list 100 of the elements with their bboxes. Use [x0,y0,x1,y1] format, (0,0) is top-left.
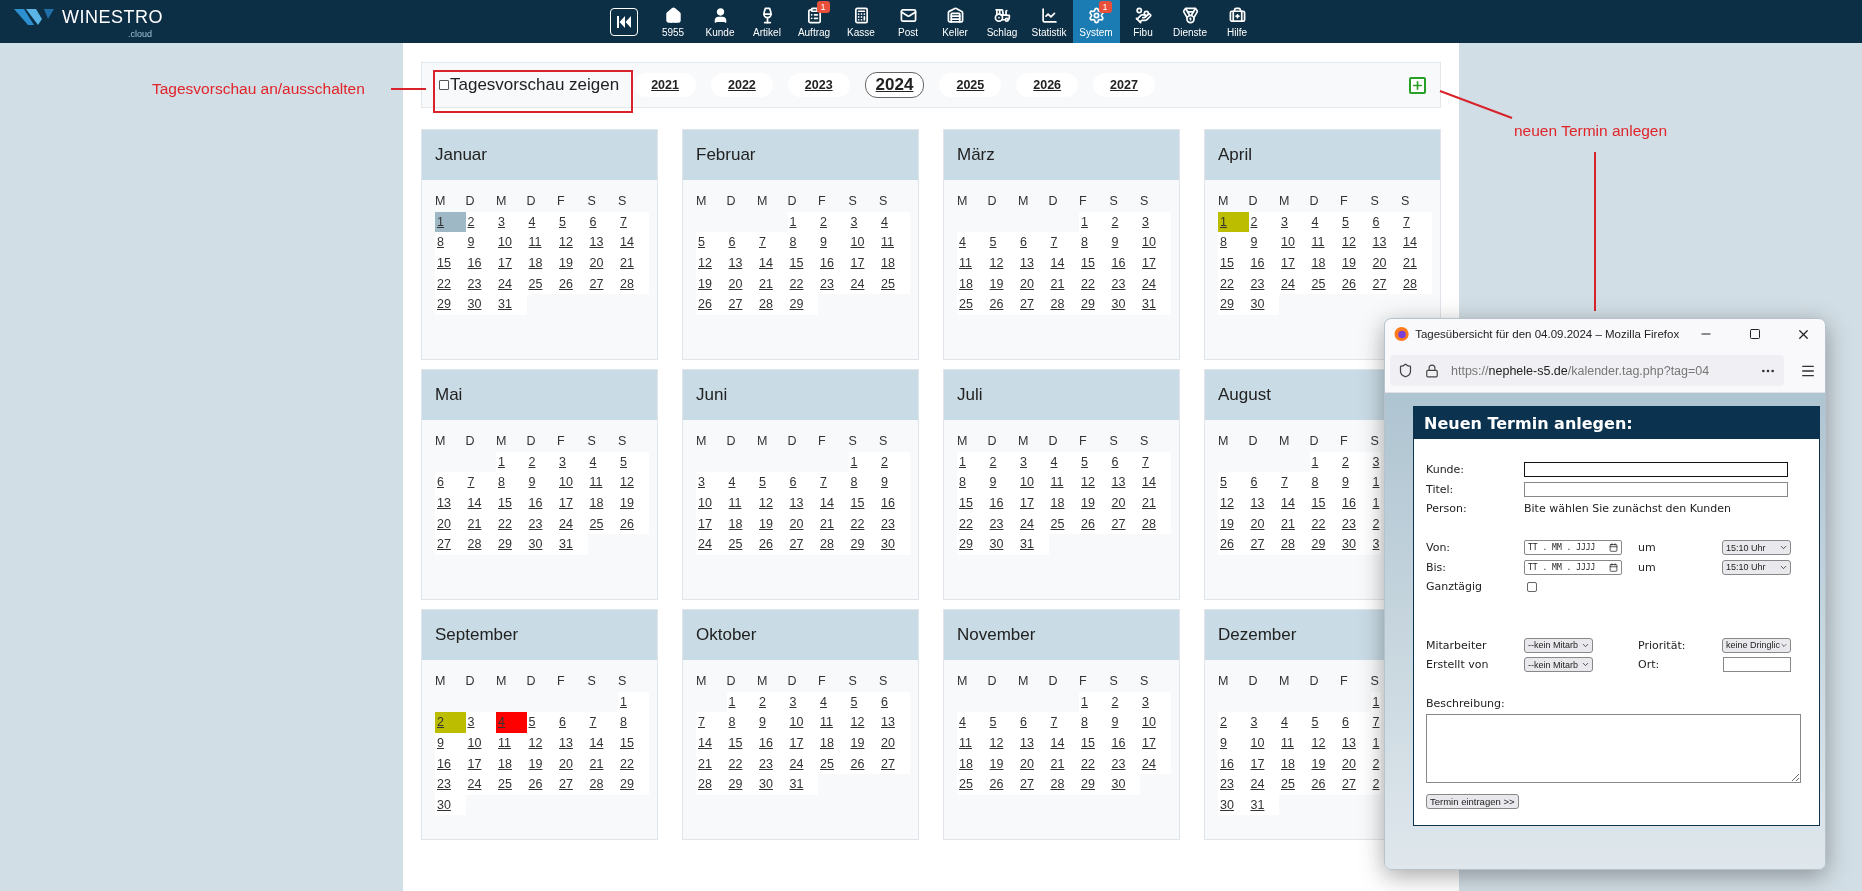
calendar-day[interactable]: 15 [435,252,466,274]
calendar-day[interactable]: 29 [618,773,649,795]
calendar-day[interactable]: 1 [435,211,466,233]
nav-item[interactable]: System 1 [1072,0,1120,43]
calendar-day[interactable]: 6 [1340,712,1371,733]
calendar-day[interactable]: 19 [696,273,727,294]
calendar-day[interactable]: 7 [587,712,618,733]
calendar-day[interactable]: 28 [818,533,849,555]
calendar-day[interactable]: 24 [557,513,588,534]
calendar-day[interactable]: 8 [435,232,466,253]
calendar-day[interactable]: 20 [726,273,757,294]
calendar-day[interactable]: 19 [1309,753,1340,774]
checkbox[interactable] [1527,581,1537,592]
calendar-day[interactable]: 9 [818,232,849,253]
calendar-day[interactable]: 23 [818,273,849,294]
calendar-day[interactable]: 11 [879,232,910,253]
calendar-day[interactable]: 26 [618,513,649,534]
calendar-day[interactable]: 12 [757,492,788,514]
calendar-day[interactable]: 12 [1218,492,1249,514]
calendar-day[interactable]: 19 [757,513,788,534]
calendar-day[interactable]: 21 [618,252,649,274]
calendar-day[interactable]: 30 [435,794,466,816]
nav-item[interactable]: Statistik [1025,0,1073,43]
calendar-day[interactable]: 22 [1218,273,1249,294]
calendar-day[interactable]: 23 [1218,773,1249,795]
calendar-day[interactable]: 21 [1048,273,1079,294]
calendar-day[interactable]: 16 [435,753,466,774]
calendar-day[interactable]: 23 [1340,513,1371,534]
calendar-day[interactable]: 13 [435,492,466,514]
nav-item[interactable]: Artikel [743,0,791,43]
calendar-day[interactable]: 22 [726,753,757,774]
calendar-day[interactable]: 21 [696,753,727,774]
year-link[interactable]: 2026 [1016,73,1079,97]
calendar-day[interactable]: 25 [818,753,849,774]
calendar-day[interactable]: 6 [787,472,818,493]
calendar-day[interactable]: 21 [1279,513,1310,534]
calendar-day[interactable]: 3 [696,472,727,493]
calendar-day[interactable]: 1 [1370,492,1381,514]
calendar-day[interactable]: 24 [1279,273,1310,294]
calendar-day[interactable]: 5 [1309,712,1340,733]
calendar-day[interactable]: 24 [787,753,818,774]
calendar-day[interactable]: 18 [818,732,849,754]
calendar-day[interactable]: 9 [1109,232,1140,253]
calendar-day[interactable]: 4 [726,472,757,493]
calendar-day[interactable]: 25 [496,773,527,795]
calendar-day[interactable]: 7 [618,211,649,233]
calendar-day[interactable]: 3 [848,211,879,233]
calendar-day[interactable]: 19 [987,753,1018,774]
time-select[interactable]: 15:10 Uhr [1722,559,1791,575]
calendar-day[interactable]: 6 [1248,472,1279,493]
nav-item[interactable]: 5955 [649,0,697,43]
calendar-day[interactable]: 8 [618,712,649,733]
nav-item[interactable]: Hilfe [1213,0,1261,43]
calendar-day[interactable]: 5 [987,232,1018,253]
calendar-day[interactable]: 2 [1109,211,1140,233]
calendar-day[interactable]: 12 [1340,232,1371,253]
calendar-day[interactable]: 7 [465,472,496,493]
calendar-day[interactable]: 31 [496,293,527,315]
calendar-day[interactable]: 3 [1370,533,1381,555]
calendar-day[interactable]: 7 [757,232,788,253]
calendar-day[interactable]: 2 [435,712,466,733]
calendar-day[interactable]: 13 [1018,732,1049,754]
calendar-day[interactable]: 2 [1218,712,1249,733]
calendar-day[interactable]: 2 [1370,513,1381,534]
calendar-day[interactable]: 18 [726,513,757,534]
calendar-day[interactable]: 5 [1218,472,1249,493]
calendar-day[interactable]: 9 [435,732,466,754]
calendar-day[interactable]: 23 [1109,273,1140,294]
calendar-day[interactable]: 22 [1309,513,1340,534]
calendar-day[interactable]: 2 [1109,691,1140,713]
calendar-day[interactable]: 15 [1079,732,1110,754]
calendar-day[interactable]: 1 [618,691,649,713]
calendar-day[interactable]: 16 [818,252,849,274]
nav-item[interactable]: Kunde [696,0,744,43]
calendar-day[interactable]: 25 [879,273,910,294]
calendar-day[interactable]: 29 [957,533,988,555]
calendar-day[interactable]: 22 [496,513,527,534]
calendar-day[interactable]: 17 [1018,492,1049,514]
calendar-day[interactable]: 7 [1048,712,1079,733]
calendar-day[interactable]: 3 [1018,451,1049,473]
calendar-day[interactable]: 17 [465,753,496,774]
calendar-day[interactable]: 2 [1370,753,1381,774]
calendar-day[interactable]: 21 [818,513,849,534]
calendar-day[interactable]: 6 [726,232,757,253]
calendar-day[interactable]: 26 [1340,273,1371,294]
calendar-day[interactable]: 1 [1079,211,1110,233]
calendar-day[interactable]: 22 [435,273,466,294]
calendar-day[interactable]: 26 [1079,513,1110,534]
calendar-day[interactable]: 18 [1279,753,1310,774]
calendar-day[interactable]: 6 [1018,232,1049,253]
calendar-day[interactable]: 22 [1079,273,1110,294]
calendar-day[interactable]: 7 [1401,211,1432,233]
calendar-day[interactable]: 29 [1079,773,1110,795]
calendar-day[interactable]: 13 [557,732,588,754]
calendar-day[interactable]: 20 [1248,513,1279,534]
calendar-day[interactable]: 28 [1401,273,1432,294]
calendar-day[interactable]: 30 [879,533,910,555]
calendar-day[interactable]: 2 [1248,211,1279,233]
calendar-day[interactable]: 1 [1370,732,1381,754]
select-field[interactable]: --kein Mitarb [1524,657,1593,673]
